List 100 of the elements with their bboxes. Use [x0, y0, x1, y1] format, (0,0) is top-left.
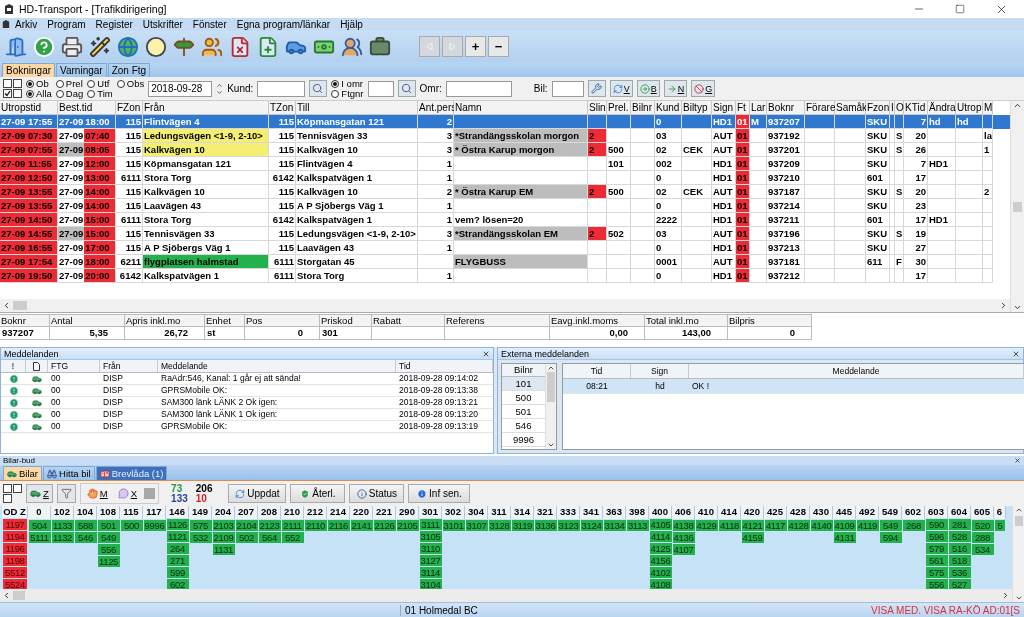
car-number[interactable]: 3128 — [488, 520, 511, 531]
column-header[interactable]: Namn — [454, 101, 588, 115]
close-icon[interactable] — [482, 349, 490, 358]
car-number[interactable]: 288 — [971, 532, 994, 543]
car-number[interactable]: 268 — [902, 520, 925, 531]
car-number[interactable]: 4119 — [856, 520, 879, 531]
column-header[interactable]: ! — [1, 360, 26, 372]
car-number[interactable]: 4114 — [649, 531, 672, 542]
number-field[interactable] — [367, 80, 394, 97]
car-number[interactable]: 1133 — [51, 520, 74, 531]
area-field[interactable] — [445, 80, 512, 97]
scroll-up-icon[interactable] — [1013, 101, 1022, 110]
car-number[interactable]: 502 — [235, 532, 258, 543]
tab[interactable]: Bilar — [3, 466, 42, 480]
column-header[interactable]: Samåk — [835, 101, 866, 115]
car-number[interactable]: 3134 — [603, 520, 626, 531]
radio-button[interactable]: Utf — [87, 78, 113, 89]
tab[interactable]: Hitta bil — [43, 466, 95, 480]
car-number[interactable]: 1194 — [3, 531, 27, 542]
column-header[interactable]: Tid — [563, 364, 631, 378]
car-number[interactable]: 500 — [120, 520, 143, 531]
column-header[interactable]: Fzon — [866, 101, 890, 115]
scroll-left-icon[interactable] — [2, 301, 11, 310]
car-number[interactable]: 1121 — [166, 531, 189, 542]
car-number[interactable]: 3101 — [442, 520, 465, 531]
hand-button[interactable]: M — [83, 484, 111, 503]
column-header[interactable]: TZon — [269, 101, 296, 115]
scrollbar-thumb[interactable] — [13, 591, 25, 600]
car-number[interactable]: 3127 — [419, 555, 442, 566]
column-header[interactable]: M — [983, 101, 993, 115]
tab[interactable]: Brevlåda (1) — [95, 466, 168, 480]
column-header[interactable]: Lar — [750, 101, 767, 115]
car-number[interactable]: 4125 — [649, 543, 672, 554]
car-number[interactable]: 3105 — [419, 531, 442, 542]
column-header[interactable]: Från — [100, 360, 158, 372]
action-button[interactable]: N — [663, 80, 688, 97]
column-header[interactable]: Ft — [736, 101, 750, 115]
car-number[interactable]: 2111 — [281, 520, 304, 531]
checkbox[interactable] — [13, 79, 22, 88]
car-number[interactable]: 546 — [74, 532, 97, 543]
radio-button[interactable]: Obs — [116, 78, 145, 89]
car-number[interactable]: 534 — [971, 544, 994, 555]
column-header[interactable]: FZon — [116, 101, 143, 115]
globe-icon[interactable] — [115, 34, 140, 59]
car-number[interactable]: 4109 — [833, 520, 856, 531]
column-header[interactable]: Prel. — [607, 101, 631, 115]
scroll-up-icon[interactable] — [1014, 506, 1023, 514]
car-number[interactable]: 281 — [948, 519, 971, 530]
car-number[interactable]: 532 — [189, 532, 212, 543]
car-number[interactable]: 2110 — [304, 520, 327, 531]
toolbar-button[interactable]: Uppdat — [228, 484, 287, 503]
car-number[interactable]: 596 — [925, 531, 948, 542]
car-number[interactable]: 4105 — [649, 519, 672, 530]
car-number[interactable]: 518 — [948, 555, 971, 566]
scroll-right-icon[interactable] — [999, 301, 1008, 310]
car-number[interactable]: 4121 — [741, 520, 764, 531]
car-number[interactable]: 594 — [879, 532, 902, 543]
tab[interactable]: Bokningar — [2, 63, 56, 77]
car-number[interactable]: 528 — [948, 531, 971, 542]
scroll-up-icon[interactable] — [547, 364, 555, 372]
car-number[interactable]: 1125 — [97, 556, 120, 567]
radio-button[interactable]: Prel — [55, 78, 84, 89]
date-field[interactable]: 2018-09-28 — [148, 80, 213, 97]
car-number[interactable]: 588 — [74, 520, 97, 531]
car-number[interactable]: 549 — [879, 520, 902, 531]
car-number[interactable]: 575 — [189, 520, 212, 531]
radio-button[interactable]: Dag — [55, 88, 84, 99]
column-header[interactable]: Från — [143, 101, 269, 115]
car-number[interactable]: 5512 — [3, 567, 27, 578]
column-header[interactable]: Kund — [655, 101, 682, 115]
column-header[interactable]: Meddelande — [158, 360, 396, 372]
menu-item[interactable]: Register — [90, 18, 138, 31]
car-number[interactable]: 561 — [925, 555, 948, 566]
radio-button[interactable]: Tim — [87, 88, 113, 99]
column-header[interactable]: Meddelande — [689, 364, 1024, 378]
column-header[interactable]: KTid — [904, 101, 928, 115]
car-number[interactable]: 1198 — [3, 555, 27, 566]
column-header[interactable]: Biltyp — [682, 101, 712, 115]
menu-item[interactable]: Fönster — [187, 18, 232, 31]
vertical-scrollbar[interactable] — [1010, 101, 1024, 312]
car-number[interactable]: 4129 — [695, 520, 718, 531]
car-number[interactable]: 599 — [166, 567, 189, 578]
scroll-right-icon[interactable] — [1001, 591, 1010, 600]
car-number[interactable]: 2116 — [327, 520, 350, 531]
car-number[interactable]: 2126 — [373, 520, 396, 531]
radio-button[interactable]: Ftgnr — [331, 88, 364, 99]
action-button[interactable]: B — [636, 80, 660, 97]
car-number[interactable]: 1132 — [51, 532, 74, 543]
printer-icon[interactable] — [59, 34, 84, 59]
toolbar-button[interactable]: − — [488, 36, 509, 57]
horizontal-scrollbar[interactable] — [0, 299, 1010, 312]
search-button[interactable] — [397, 80, 416, 97]
vertical-scrollbar[interactable] — [545, 364, 556, 449]
toolbar-button[interactable]: Inf sen. — [408, 484, 471, 503]
scrollbar-thumb[interactable] — [547, 372, 555, 402]
car-number[interactable]: 3123 — [557, 520, 580, 531]
action-button[interactable]: G — [691, 80, 716, 97]
car-number[interactable]: 4136 — [672, 532, 695, 543]
car-number[interactable]: 4156 — [649, 555, 672, 566]
radio-button[interactable]: Alla — [26, 88, 52, 99]
